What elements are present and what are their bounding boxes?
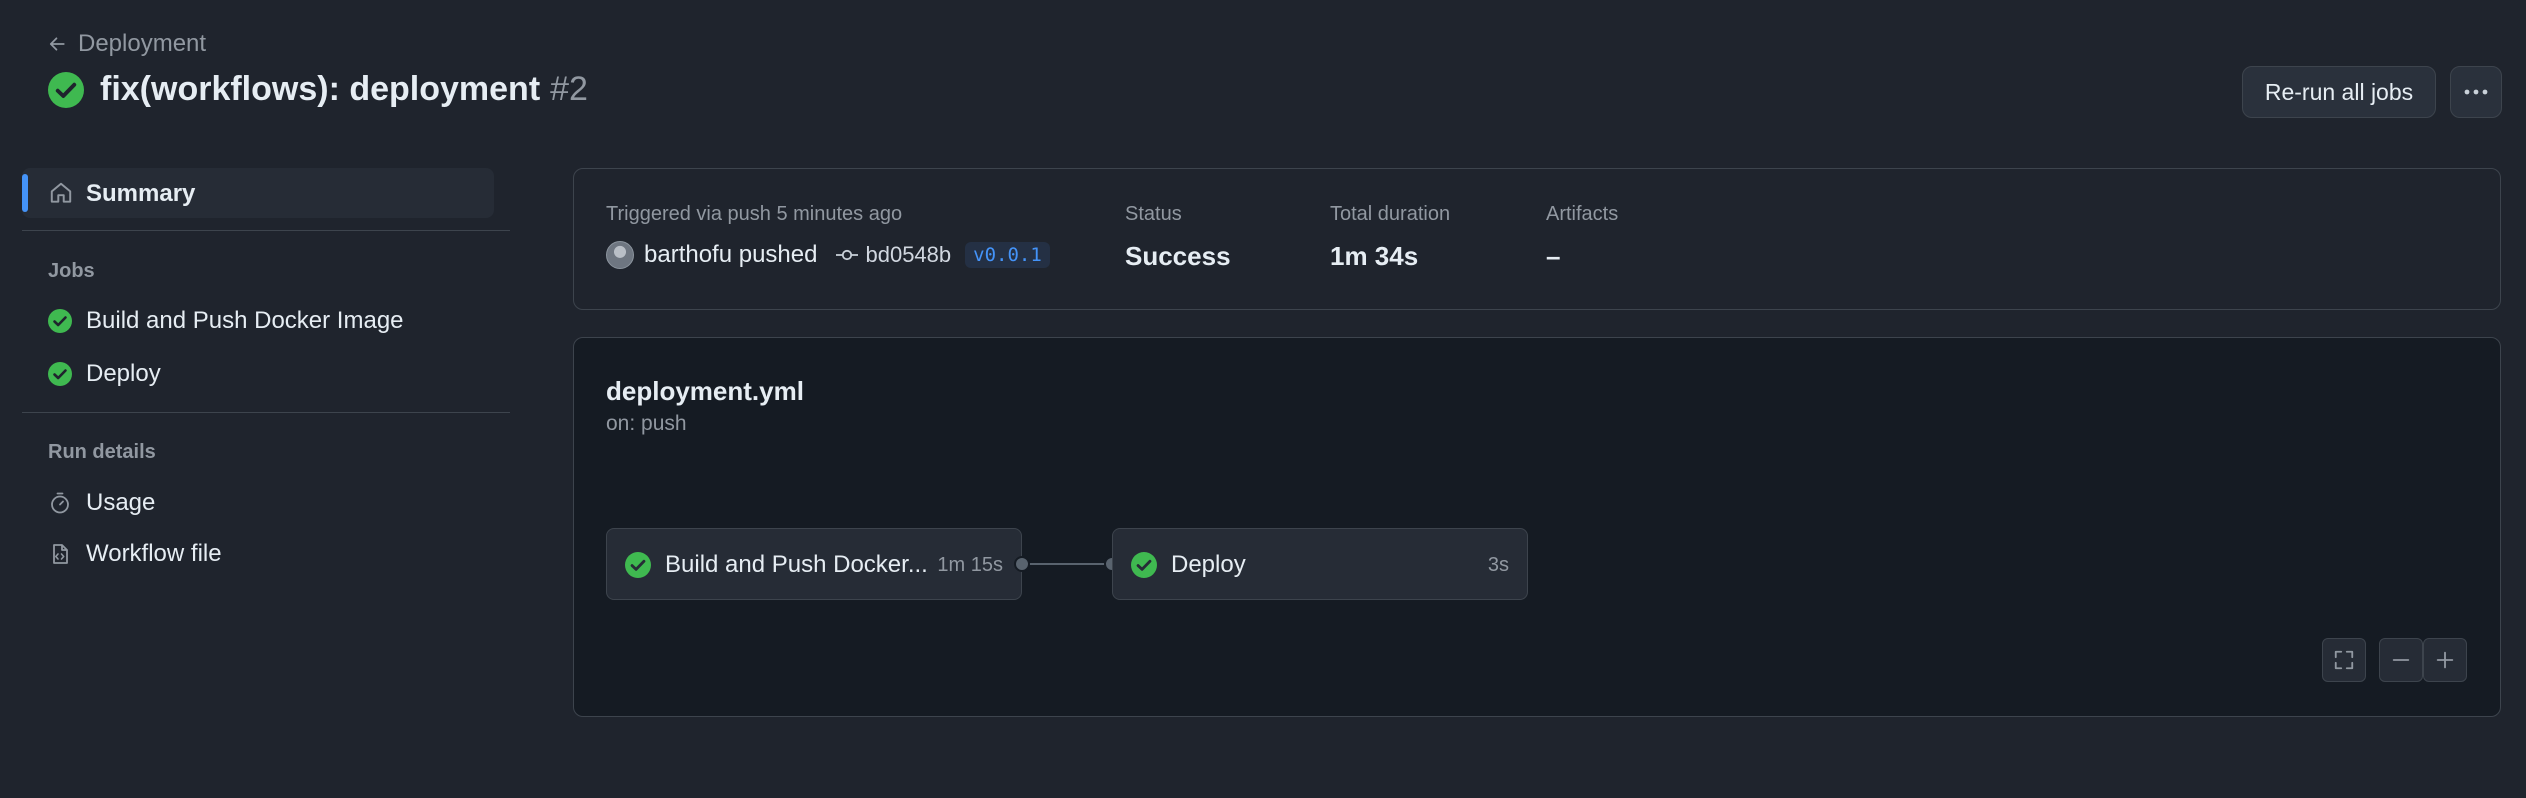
commit-sha: bd0548b — [865, 242, 952, 267]
tag-badge[interactable]: v0.0.1 — [965, 242, 1050, 268]
commit-link[interactable]: bd0548b — [835, 242, 951, 268]
status-value: Success — [1125, 241, 1231, 271]
trigger-text: Triggered via push 5 minutes ago — [606, 203, 903, 225]
graph-job-build-and-push[interactable]: Build and Push Docker... 1m 15s — [606, 528, 1022, 600]
push-info: barthofu pushed bd0548b v0.0.1 — [606, 241, 1050, 269]
page-title: fix(workflows): deployment #2 — [100, 70, 588, 109]
fullscreen-button[interactable] — [2322, 638, 2366, 682]
sidebar-item-summary[interactable]: Summary — [22, 168, 494, 218]
sidebar-job-deploy[interactable]: Deploy — [48, 360, 161, 388]
file-code-icon — [48, 542, 72, 566]
zoom-in-icon — [2434, 649, 2456, 671]
graph-job-name: Build and Push Docker... — [665, 551, 928, 578]
artifacts-label: Artifacts — [1546, 203, 1619, 225]
graph-job-deploy[interactable]: Deploy 3s — [1112, 528, 1528, 600]
sidebar-item-label: Summary — [86, 180, 196, 207]
arrow-left-icon — [48, 35, 66, 53]
run-details-heading: Run details — [48, 441, 156, 463]
fullscreen-icon — [2333, 649, 2355, 671]
graph-job-duration: 3s — [1487, 554, 1509, 576]
kebab-horizontal-icon — [2464, 89, 2488, 95]
git-commit-icon — [835, 248, 859, 262]
duration-value: 1m 34s — [1330, 241, 1419, 271]
check-circle-fill-icon — [48, 71, 84, 108]
back-link-deployment[interactable]: Deployment — [48, 30, 206, 58]
workflow-graph-card: deployment.yml on: push Build and Push D… — [573, 337, 2501, 717]
run-title: fix(workflows): deployment — [100, 70, 541, 108]
jobs-heading: Jobs — [48, 260, 95, 282]
run-number: #2 — [550, 70, 588, 108]
check-circle-fill-icon — [1131, 552, 1157, 578]
graph-job-duration: 1m 15s — [937, 554, 1003, 576]
sidebar-job-label: Build and Push Docker Image — [86, 307, 404, 334]
sidebar-item-label: Workflow file — [86, 540, 222, 567]
back-link-label: Deployment — [78, 30, 207, 57]
sidebar-job-build-and-push[interactable]: Build and Push Docker Image — [48, 307, 404, 335]
job-dependency-edge — [1021, 563, 1113, 565]
duration-label: Total duration — [1330, 203, 1451, 225]
actor-pushed[interactable]: barthofu pushed — [644, 241, 817, 269]
sidebar-item-usage[interactable]: Usage — [48, 489, 155, 517]
sidebar-item-label: Usage — [86, 489, 156, 516]
active-indicator — [22, 174, 28, 212]
stopwatch-icon — [48, 491, 72, 515]
graph-job-name: Deploy — [1171, 551, 1246, 578]
workflow-file-name: deployment.yml — [606, 376, 804, 406]
sidebar-item-workflow-file[interactable]: Workflow file — [48, 540, 222, 568]
zoom-in-button[interactable] — [2423, 638, 2467, 682]
more-options-button[interactable] — [2450, 66, 2502, 118]
status-label: Status — [1125, 203, 1182, 225]
home-icon — [48, 180, 74, 206]
sidebar-divider — [22, 412, 510, 413]
zoom-out-button[interactable] — [2379, 638, 2423, 682]
sidebar-divider — [22, 230, 510, 231]
avatar[interactable] — [606, 241, 634, 269]
run-summary-card: Triggered via push 5 minutes ago barthof… — [573, 168, 2501, 310]
check-circle-fill-icon — [625, 552, 651, 578]
check-circle-fill-icon — [48, 309, 72, 333]
zoom-out-icon — [2390, 649, 2412, 671]
edge-start-dot — [1014, 556, 1030, 572]
artifacts-value: – — [1546, 241, 1561, 271]
rerun-all-jobs-button[interactable]: Re-run all jobs — [2242, 66, 2436, 118]
page-header: fix(workflows): deployment #2 — [48, 70, 588, 109]
sidebar-job-label: Deploy — [86, 360, 161, 387]
check-circle-fill-icon — [48, 362, 72, 386]
workflow-trigger: on: push — [606, 412, 687, 435]
